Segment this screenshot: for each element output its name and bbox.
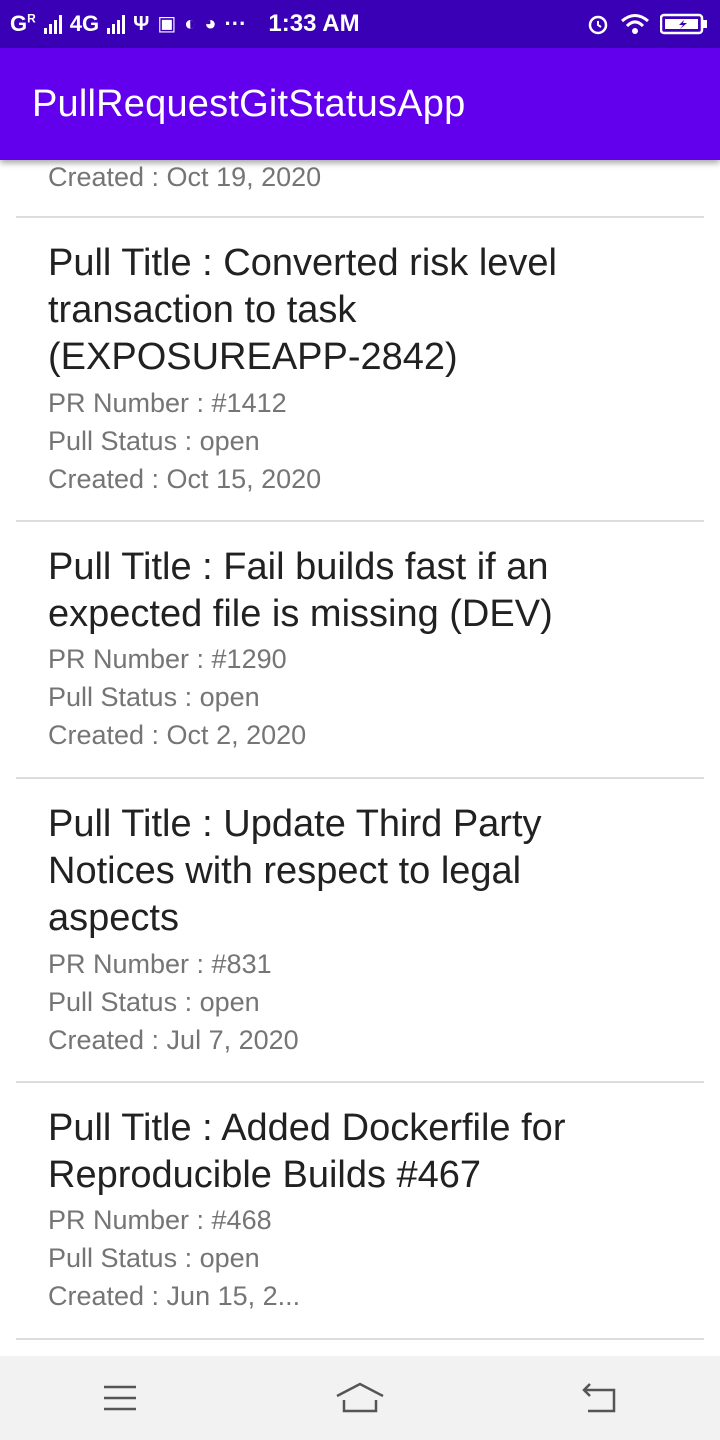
created-date: Created : Jul 7, 2020 (48, 1025, 299, 1055)
pull-status: Pull Status : open (48, 682, 260, 712)
carrier-letter: G (10, 11, 28, 36)
network-type-label: 4G (69, 11, 100, 36)
system-nav-bar (0, 1356, 720, 1440)
list-item[interactable]: Pull Title : Added Dockerfile for Reprod… (16, 1083, 704, 1340)
list-item[interactable]: Created : Oct 19, 2020 (16, 160, 704, 218)
more-notifications-icon: ··· (224, 11, 247, 36)
app-notification-icon: ▣ (157, 13, 177, 35)
created-date: Created : Oct 2, 2020 (48, 720, 307, 750)
list-item[interactable]: Pull Title : Converted risk level transa… (16, 218, 704, 522)
menu-button[interactable] (80, 1368, 160, 1428)
home-button[interactable] (320, 1368, 400, 1428)
pr-number: PR Number : #1412 (48, 388, 287, 418)
pull-status: Pull Status : open (48, 426, 260, 456)
pr-number: PR Number : #831 (48, 949, 272, 979)
pull-status: Pull Status : open (48, 987, 260, 1017)
created-date: Created : Oct 15, 2020 (48, 464, 322, 494)
battery-icon (660, 13, 707, 35)
home-icon (336, 1382, 384, 1413)
signal-strength-icon-2 (107, 14, 126, 34)
list-item[interactable]: Pull Title : Update Third Party Notices … (16, 779, 704, 1083)
roaming-indicator: R (27, 11, 36, 26)
back-icon (582, 1383, 616, 1413)
pull-title: Pull Title : Update Third Party Notices … (48, 803, 542, 939)
clock: 1:33 AM (268, 10, 360, 37)
status-bar: GR 4G Ψ ▣ ◐ ◕ ··· 1:33 AM (0, 0, 720, 48)
pull-status: Pull Status : open (48, 1243, 260, 1273)
created-date: Created : Oct 19, 2020 (48, 162, 322, 192)
app-title: PullRequestGitStatusApp (32, 82, 466, 125)
created-date: Created : Jun 15, 2... (48, 1281, 301, 1311)
menu-icon (104, 1385, 136, 1411)
alarm-icon (588, 15, 608, 35)
speed-icon: ◕ (204, 13, 217, 35)
carrier-label: GR (10, 11, 36, 37)
list-item[interactable]: Pull Title : Fail builds fast if an expe… (16, 522, 704, 779)
wifi-icon (621, 14, 649, 34)
app-bar: PullRequestGitStatusApp (0, 48, 720, 160)
pr-number: PR Number : #468 (48, 1205, 272, 1235)
signal-strength-icon (43, 14, 62, 34)
pull-title: Pull Title : Converted risk level transa… (48, 242, 557, 378)
sync-icon: ◐ (184, 13, 197, 35)
back-button[interactable] (560, 1368, 640, 1428)
pr-number: PR Number : #1290 (48, 644, 287, 674)
pull-title: Pull Title : Added Dockerfile for Reprod… (48, 1107, 566, 1196)
pull-title: Pull Title : Fail builds fast if an expe… (48, 546, 553, 635)
pull-request-list[interactable]: Created : Oct 19, 2020 Pull Title : Conv… (0, 160, 720, 1356)
usb-icon: Ψ (133, 13, 150, 35)
